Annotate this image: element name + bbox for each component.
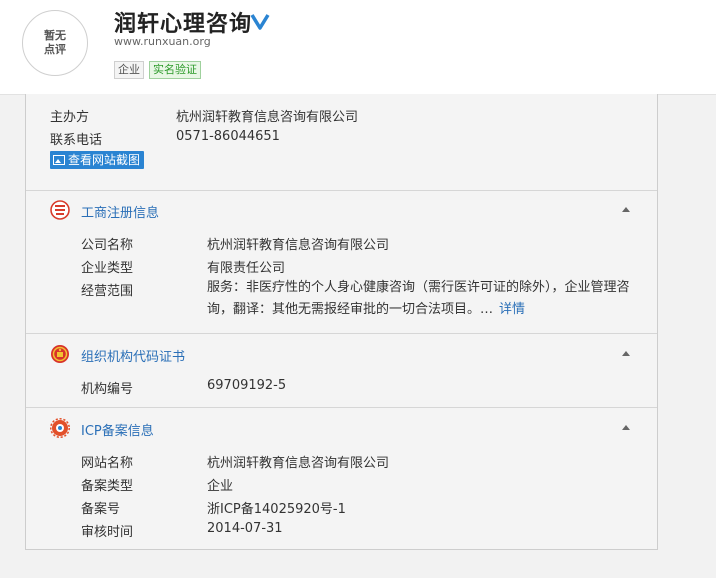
org-code-label: 机构编号 [81,382,134,397]
info-panel: 主办方 杭州润轩教育信息咨询有限公司 联系电话 0571-86044651 查看… [25,94,658,550]
org-code-value: 69709192-5 [207,378,287,393]
org-section-header[interactable]: 组织机构代码证书 [26,342,657,366]
icp-review-date-value: 2014-07-31 [207,521,283,536]
icp-record-type-value: 企业 [207,479,234,494]
site-header: 暂无 点评 润轩心理咨询 www.runxuan.org 企业 实名验证 [0,0,716,95]
business-scope-text: 服务：非医疗性的个人身心健康咨询（需行医许可证的除外），企业管理咨询，翻译：其他… [207,280,630,317]
view-screenshot-label: 查看网站截图 [68,153,141,167]
red-seal-icon [50,200,70,220]
verified-icon [250,14,270,30]
national-emblem-icon [51,345,69,363]
tag-enterprise: 企业 [114,61,144,79]
phone-value: 0571-86044651 [176,129,280,144]
section-divider [26,333,657,334]
company-type-value: 有限责任公司 [207,261,286,276]
company-type-label: 企业类型 [81,261,134,276]
view-screenshot-button[interactable]: 查看网站截图 [50,151,145,169]
image-icon [53,155,65,165]
business-scope-label: 经营范围 [81,284,134,299]
business-scope-value: 服务：非医疗性的个人身心健康咨询（需行医许可证的除外），企业管理咨询，翻译：其他… [207,277,637,321]
collapse-icon[interactable] [622,425,630,430]
icp-record-no-value: 浙ICP备14025920号-1 [207,502,346,517]
section-divider [26,190,657,191]
phone-label: 联系电话 [50,133,103,148]
icp-record-no-label: 备案号 [81,502,121,517]
collapse-icon[interactable] [622,351,630,356]
rating-text-line1: 暂无 [44,29,66,42]
business-section-header[interactable]: 工商注册信息 [26,198,657,222]
rating-badge[interactable]: 暂无 点评 [22,10,88,76]
collapse-icon[interactable] [622,207,630,212]
sponsor-value: 杭州润轩教育信息咨询有限公司 [176,110,359,125]
icp-site-name-value: 杭州润轩教育信息咨询有限公司 [207,456,390,471]
rating-text-line2: 点评 [44,43,66,56]
site-domain: www.runxuan.org [114,35,211,48]
section-divider [26,407,657,408]
icp-record-type-label: 备案类型 [81,479,134,494]
icp-section-title: ICP备案信息 [81,424,154,439]
company-name-value: 杭州润轩教育信息咨询有限公司 [207,238,390,253]
company-name-label: 公司名称 [81,238,134,253]
tag-verified: 实名验证 [149,61,201,79]
sponsor-label: 主办方 [50,110,90,125]
business-section-title: 工商注册信息 [81,206,160,221]
details-link[interactable]: 详情 [499,302,525,317]
site-title: 润轩心理咨询 [114,12,253,37]
icp-review-date-label: 审核时间 [81,525,134,540]
gear-icon [50,418,70,438]
icp-section-header[interactable]: ICP备案信息 [26,416,657,440]
icp-site-name-label: 网站名称 [81,456,134,471]
tag-list: 企业 实名验证 [114,61,201,79]
org-section-title: 组织机构代码证书 [81,350,186,365]
